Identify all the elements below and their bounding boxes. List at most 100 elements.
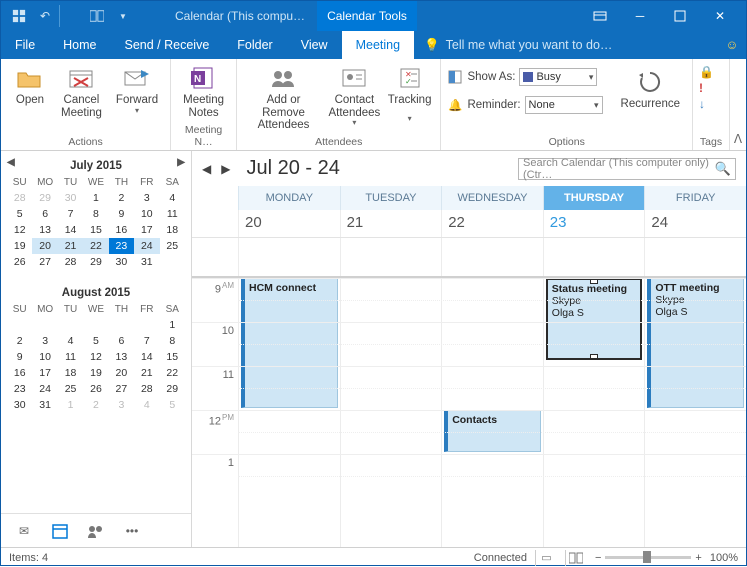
mini-day[interactable]: 11 <box>160 206 185 222</box>
cal-next-icon[interactable]: ▶ <box>221 162 230 176</box>
day-column[interactable]: OTT meetingSkypeOlga S <box>644 278 746 547</box>
mini-day[interactable]: 5 <box>160 397 185 413</box>
mini-day[interactable]: 3 <box>109 397 134 413</box>
day-column[interactable]: HCM connect <box>238 278 340 547</box>
mini-day[interactable]: 15 <box>160 349 185 365</box>
reminder-dropdown[interactable]: None▾ <box>525 96 603 114</box>
lock-icon[interactable]: 🔒 <box>699 65 714 79</box>
mini-day[interactable]: 2 <box>109 190 134 206</box>
menu-send-receive[interactable]: Send / Receive <box>111 31 224 59</box>
qat-app-icon[interactable] <box>7 5 31 27</box>
mini-day[interactable]: 19 <box>83 365 108 381</box>
mini-day[interactable]: 25 <box>160 238 185 254</box>
mini-day[interactable]: 30 <box>7 397 32 413</box>
mini-day[interactable]: 24 <box>134 238 159 254</box>
mini-day[interactable] <box>83 317 108 333</box>
mini-day[interactable]: 31 <box>134 254 159 270</box>
mini-day[interactable]: 4 <box>134 397 159 413</box>
mini-day[interactable]: 17 <box>134 222 159 238</box>
view-reading-icon[interactable] <box>565 550 587 566</box>
mini-day[interactable]: 26 <box>7 254 32 270</box>
mini-day[interactable] <box>58 317 83 333</box>
mini-day[interactable]: 1 <box>58 397 83 413</box>
mini-day[interactable]: 17 <box>32 365 57 381</box>
contact-attendees-button[interactable]: Contact Attendees ▾ <box>326 62 383 130</box>
forward-button[interactable]: Forward ▾ <box>110 62 164 117</box>
mini-day[interactable]: 1 <box>160 317 185 333</box>
menu-home[interactable]: Home <box>49 31 110 59</box>
mini-day[interactable]: 29 <box>83 254 108 270</box>
mini-day[interactable]: 26 <box>83 381 108 397</box>
mini-day[interactable]: 30 <box>109 254 134 270</box>
mini-next-icon[interactable]: ▶ <box>177 157 185 168</box>
mini-day[interactable]: 8 <box>160 333 185 349</box>
day-column[interactable] <box>340 278 442 547</box>
menu-file[interactable]: File <box>1 31 49 59</box>
mini-day[interactable]: 29 <box>160 381 185 397</box>
mini-day[interactable]: 8 <box>83 206 108 222</box>
mini-day[interactable]: 9 <box>109 206 134 222</box>
importance-low-icon[interactable]: ↓ <box>699 97 705 111</box>
day-header[interactable]: FRIDAY <box>644 186 746 210</box>
view-normal-icon[interactable]: ▭ <box>535 550 557 566</box>
mini-day[interactable]: 14 <box>58 222 83 238</box>
mini-day[interactable]: 29 <box>32 190 57 206</box>
mini-day[interactable]: 6 <box>109 333 134 349</box>
mini-day[interactable]: 5 <box>83 333 108 349</box>
mini-day[interactable]: 16 <box>7 365 32 381</box>
mini-day[interactable]: 12 <box>83 349 108 365</box>
mini-day[interactable] <box>109 317 134 333</box>
mini-day[interactable]: 18 <box>58 365 83 381</box>
nav-people-icon[interactable] <box>87 522 105 540</box>
tracking-button[interactable]: ✕✓ Tracking▾ <box>385 62 435 126</box>
mini-day[interactable] <box>32 317 57 333</box>
ribbon-collapse-icon[interactable]: ᐱ <box>730 59 746 150</box>
day-header[interactable]: THURSDAY <box>543 186 645 210</box>
allday-cell[interactable] <box>543 238 645 276</box>
day-header[interactable]: TUESDAY <box>340 186 442 210</box>
mini-day[interactable]: 28 <box>134 381 159 397</box>
event-contacts[interactable]: Contacts <box>444 410 541 452</box>
event-status-meeting[interactable]: Status meetingSkypeOlga S <box>546 278 643 360</box>
menu-meeting[interactable]: Meeting <box>342 31 414 59</box>
mini-day[interactable]: 15 <box>83 222 108 238</box>
mini-day[interactable]: 5 <box>7 206 32 222</box>
day-header[interactable]: MONDAY <box>238 186 340 210</box>
allday-cell[interactable] <box>340 238 442 276</box>
ribbon-display-icon[interactable] <box>580 1 620 31</box>
zoom-out-icon[interactable]: − <box>595 552 601 564</box>
minimize-button[interactable]: ─ <box>620 1 660 31</box>
allday-cell[interactable] <box>441 238 543 276</box>
mini-day[interactable]: 30 <box>58 190 83 206</box>
mini-day[interactable]: 6 <box>32 206 57 222</box>
allday-cell[interactable] <box>238 238 340 276</box>
mini-day[interactable]: 20 <box>109 365 134 381</box>
mini-day[interactable]: 27 <box>109 381 134 397</box>
mini-day[interactable]: 21 <box>134 365 159 381</box>
date-header[interactable]: 23 <box>543 210 645 237</box>
date-header[interactable]: 21 <box>340 210 442 237</box>
mini-day[interactable]: 3 <box>134 190 159 206</box>
date-header[interactable]: 24 <box>644 210 746 237</box>
mini-day[interactable]: 23 <box>7 381 32 397</box>
date-header[interactable]: 22 <box>441 210 543 237</box>
importance-high-icon[interactable]: ! <box>699 81 703 95</box>
day-header[interactable]: WEDNESDAY <box>441 186 543 210</box>
nav-calendar-icon[interactable] <box>51 522 69 540</box>
mini-day[interactable]: 20 <box>32 238 57 254</box>
tell-me-search[interactable]: 💡 Tell me what you want to do… <box>414 31 718 59</box>
mini-day[interactable]: 2 <box>7 333 32 349</box>
mini-day[interactable]: 4 <box>160 190 185 206</box>
show-as-dropdown[interactable]: Busy▾ <box>519 68 597 86</box>
meeting-notes-button[interactable]: N Meeting Notes <box>177 62 230 121</box>
close-button[interactable]: ✕ <box>700 1 740 31</box>
menu-view[interactable]: View <box>287 31 342 59</box>
add-remove-attendees-button[interactable]: Add or Remove Attendees <box>243 62 324 134</box>
calendar-search-input[interactable]: Search Calendar (This computer only) (Ct… <box>518 158 736 180</box>
mini-day[interactable]: 22 <box>83 238 108 254</box>
mini-day[interactable]: 2 <box>83 397 108 413</box>
date-header[interactable]: 20 <box>238 210 340 237</box>
qat-window-icon[interactable] <box>85 5 109 27</box>
undo-icon[interactable]: ↶ <box>33 5 57 27</box>
mini-prev-icon[interactable]: ◀ <box>7 157 15 168</box>
